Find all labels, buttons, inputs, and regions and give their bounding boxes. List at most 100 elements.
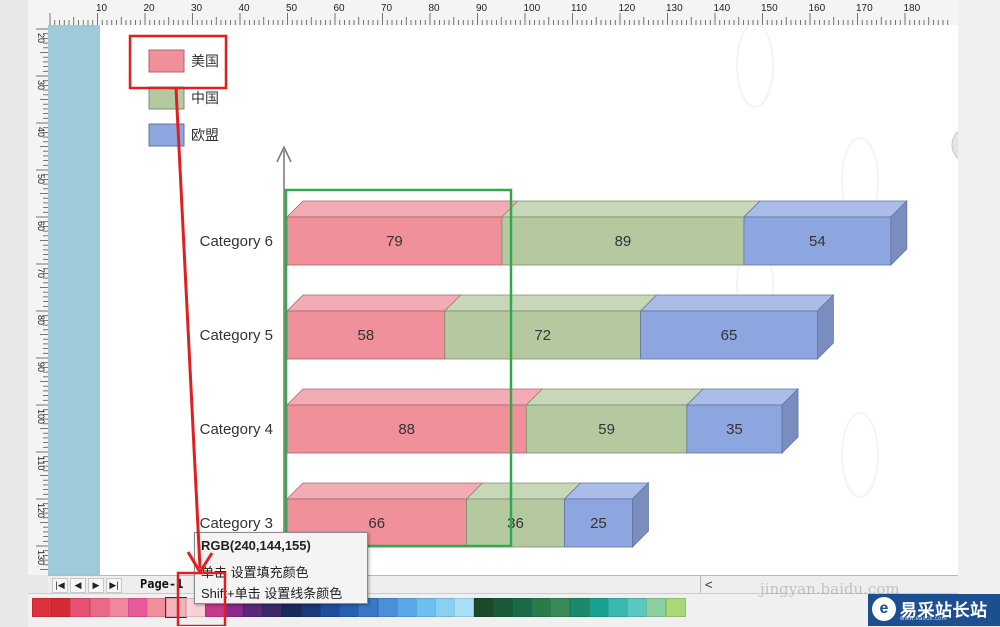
tooltip-shift-click-hint: Shift+单击 设置线条颜色 [201, 586, 343, 601]
bar-top-face [465, 482, 582, 500]
prev-page-icon[interactable]: ◀ [70, 578, 86, 593]
ruler-corner [28, 0, 48, 25]
color-swatch[interactable] [665, 598, 686, 617]
color-swatch[interactable] [473, 598, 494, 617]
color-swatch[interactable] [454, 598, 475, 617]
ruler-label: 90 [36, 362, 46, 372]
bar-value-label: 66 [368, 515, 385, 532]
color-swatch[interactable] [646, 598, 667, 617]
category-label: Category 3 [200, 515, 273, 532]
tab-page-1[interactable]: Page-1 [140, 577, 183, 591]
bar-value-label: 79 [386, 233, 403, 250]
ruler-label: 100 [524, 3, 541, 14]
color-swatch[interactable] [108, 598, 129, 617]
color-tooltip: RGB(240,144,155) 单击 设置填充颜色 Shift+单击 设置线条… [194, 532, 368, 604]
legend-swatch [148, 49, 185, 73]
color-swatch[interactable] [608, 598, 628, 617]
ruler-label: 50 [36, 174, 46, 184]
ruler-label: 60 [334, 3, 346, 14]
ruler-label: 160 [809, 3, 826, 14]
next-page-icon[interactable]: ▶ [88, 578, 104, 593]
vertical-ruler: 20 30 40 50 60 70 80 90 100 110 120 130 [28, 25, 49, 575]
ruler-label: 20 [36, 33, 46, 43]
site-logo: e 易采站长站 www.easck.com [868, 594, 1000, 626]
ruler-label: 70 [381, 3, 393, 14]
color-swatch[interactable] [627, 598, 648, 617]
ruler-label: 150 [761, 3, 778, 14]
legend-label: 欧盟 [191, 127, 219, 143]
bar-top-face [500, 200, 761, 218]
bar-value-label: 25 [590, 515, 607, 532]
ruler-label: 10 [96, 3, 108, 14]
bar-value-label: 89 [615, 233, 632, 250]
color-swatch[interactable] [396, 598, 417, 617]
color-swatch[interactable] [32, 598, 52, 617]
color-swatch[interactable] [512, 598, 532, 617]
bar-top-face [525, 388, 704, 406]
color-swatch[interactable] [550, 598, 571, 617]
color-swatch[interactable] [416, 598, 436, 617]
ruler-label: 90 [476, 3, 488, 14]
tooltip-click-hint: 单击 设置填充颜色 [201, 565, 309, 580]
color-swatch[interactable] [70, 598, 91, 617]
color-swatch[interactable] [147, 598, 168, 617]
color-swatch[interactable] [492, 598, 513, 617]
first-page-icon[interactable]: |◀ [52, 578, 68, 593]
ruler-label: 180 [904, 3, 921, 14]
bar-value-label: 36 [507, 515, 524, 532]
category-label: Category 6 [200, 233, 273, 250]
bar-top-face [742, 200, 908, 218]
page-margin-panel [48, 25, 100, 575]
bar-top-face [685, 388, 800, 406]
color-swatch[interactable] [435, 598, 456, 617]
bar-value-label: 58 [358, 327, 375, 344]
bar-top-face [639, 294, 835, 312]
category-label: Category 5 [200, 327, 273, 344]
bar-value-label: 35 [726, 421, 743, 438]
color-swatch[interactable] [377, 598, 398, 617]
bar-chart[interactable]: 美国中国欧盟 Category 6 79 89 54 Category 5 58 72 65 Ca… [100, 25, 958, 575]
bar-top-face [443, 294, 658, 312]
background-shape [736, 25, 774, 108]
color-swatch[interactable] [569, 598, 590, 617]
ruler-label: 140 [714, 3, 731, 14]
ruler-label: 40 [36, 127, 46, 137]
logo-subtitle: www.easck.com [900, 616, 947, 622]
ruler-label: 80 [429, 3, 441, 14]
bar-value-label: 88 [398, 421, 415, 438]
ruler-label: 110 [571, 3, 587, 14]
logo-icon: e [872, 597, 896, 621]
color-swatch[interactable] [51, 598, 72, 617]
color-swatch[interactable] [588, 598, 609, 617]
ruler-label: 130 [666, 3, 683, 14]
ruler-label: 40 [239, 3, 251, 14]
bar-top-face [286, 388, 544, 406]
color-swatch[interactable] [128, 598, 148, 617]
ruler-label: 80 [36, 315, 46, 325]
ruler-label: 110 [36, 456, 46, 470]
color-swatch[interactable] [531, 598, 552, 617]
bar-value-label: 72 [534, 327, 551, 344]
bar-top-face [286, 294, 462, 312]
color-palette [28, 593, 958, 627]
side-handle [951, 130, 958, 160]
color-swatch[interactable] [89, 598, 110, 617]
ruler-label: 50 [286, 3, 298, 14]
bar-value-label: 65 [721, 327, 738, 344]
bar-top-face [286, 482, 484, 500]
ruler-label: 130 [36, 550, 46, 565]
ruler-label: 70 [36, 268, 46, 278]
ruler-label: 30 [36, 80, 46, 90]
bar-value-label: 54 [809, 233, 826, 250]
ruler-label: 120 [619, 3, 636, 14]
ruler-label: 30 [191, 3, 203, 14]
legend-label: 中国 [191, 90, 219, 106]
legend-swatch [148, 123, 185, 147]
color-swatch-selected[interactable] [165, 597, 188, 618]
last-page-icon[interactable]: ▶| [106, 578, 122, 593]
drawing-canvas[interactable]: 美国中国欧盟 Category 6 79 89 54 Category 5 58 72 65 Ca… [100, 25, 958, 575]
legend-label: 美国 [191, 53, 219, 69]
background-shape [841, 412, 879, 498]
ruler-label: 170 [856, 3, 873, 14]
category-label: Category 4 [200, 421, 273, 438]
